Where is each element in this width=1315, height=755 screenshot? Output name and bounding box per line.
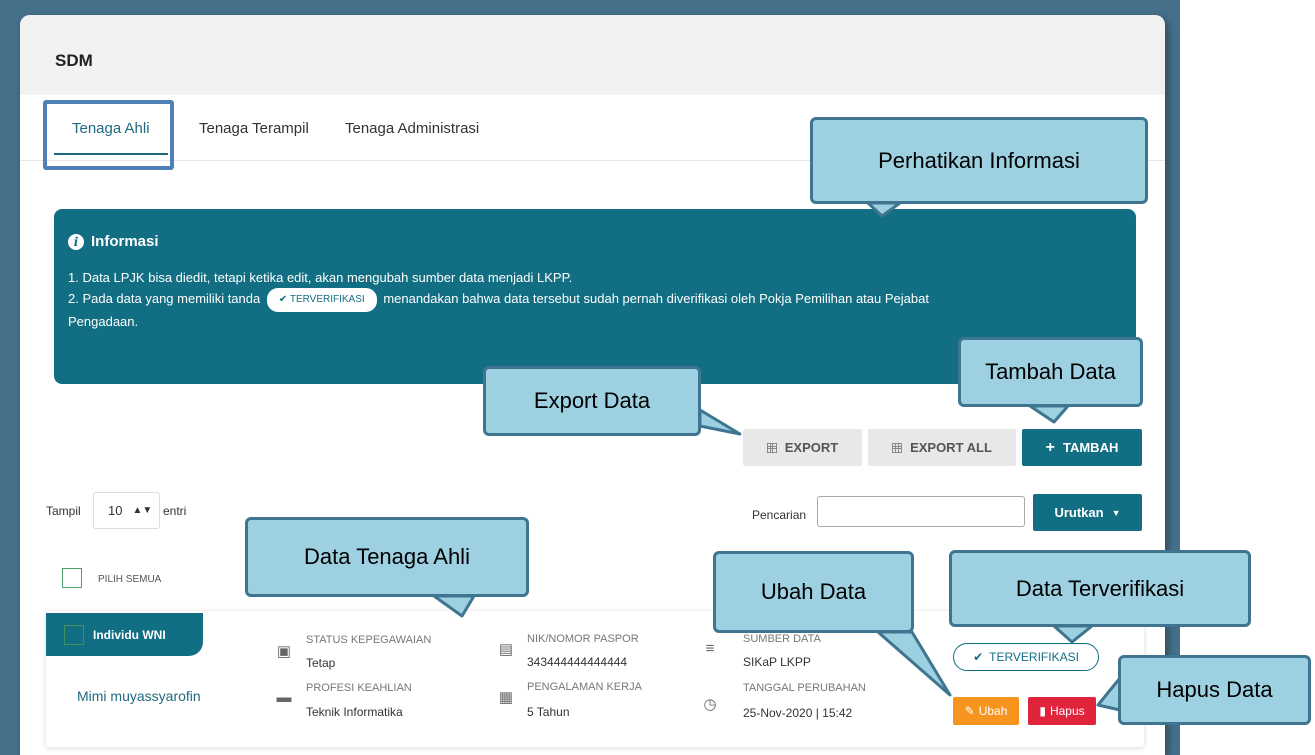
date-value: 25-Nov-2020 | 15:42: [743, 706, 853, 720]
tab-tenaga-terampil[interactable]: Tenaga Terampil: [199, 120, 309, 137]
info-line-2-prefix: 2. Pada data yang memiliki tanda: [68, 291, 261, 306]
plus-icon: +: [1045, 438, 1055, 456]
status-value: Tetap: [306, 656, 336, 670]
tab-highlight-box: [43, 100, 174, 170]
experience-value: 5 Tahun: [527, 705, 570, 719]
source-value: SIKaP LKPP: [743, 655, 811, 669]
profession-label: PROFESI KEAHLIAN: [306, 682, 412, 694]
info-line-1: 1. Data LPJK bisa diedit, tetapi ketika …: [68, 270, 573, 285]
panel-title: SDM: [20, 15, 1165, 95]
export-all-button[interactable]: EXPORT ALL: [868, 429, 1016, 466]
updown-icon: ▲▼: [132, 505, 153, 516]
info-text: 1. Data LPJK bisa diedit, tetapi ketika …: [68, 268, 1136, 332]
select-all-label: PILIH SEMUA: [98, 574, 162, 585]
verified-badge-sample: ✔ TERVERIFIKASI: [266, 288, 377, 312]
status-label: STATUS KEPEGAWAIAN: [306, 634, 432, 646]
show-label: Tampil: [46, 504, 81, 518]
callout-edit: Ubah Data: [713, 551, 914, 633]
id-card-icon: ▤: [498, 641, 514, 658]
delete-button[interactable]: ▮ Hapus: [1028, 697, 1096, 725]
edit-icon: ✎: [964, 704, 975, 718]
callout-info: Perhatikan Informasi: [810, 117, 1148, 204]
table-icon: [892, 442, 903, 453]
record-checkbox[interactable]: [64, 624, 84, 645]
date-label: TANGGAL PERUBAHAN: [743, 682, 866, 694]
callout-export: Export Data: [483, 366, 701, 436]
table-icon: [766, 442, 777, 453]
profession-value: Teknik Informatika: [306, 705, 403, 719]
select-all-checkbox[interactable]: [62, 568, 82, 588]
trash-icon: ▮: [1039, 704, 1046, 718]
id-badge-icon: ▣: [276, 643, 292, 660]
record-type-tag: Individu WNI: [46, 613, 203, 656]
nik-value: 343444444444444: [527, 655, 628, 669]
database-icon: ≡: [705, 640, 715, 657]
callout-add: Tambah Data: [958, 337, 1143, 407]
check-icon: ✔: [973, 650, 984, 664]
callout-delete: Hapus Data: [1118, 655, 1311, 725]
experience-label: PENGALAMAN KERJA: [527, 681, 642, 693]
add-button[interactable]: + TAMBAH: [1022, 429, 1142, 466]
source-label: SUMBER DATA: [743, 633, 821, 645]
building-icon: ▦: [498, 689, 514, 706]
info-line-2-suffix: menandakan bahwa data tersebut sudah per…: [383, 291, 929, 306]
info-title: Informasi: [91, 233, 159, 250]
briefcase-icon: ▬: [276, 689, 292, 706]
verified-badge: ✔ TERVERIFIKASI: [953, 643, 1099, 671]
info-line-3: Pengadaan.: [68, 314, 139, 329]
callout-list: Data Tenaga Ahli: [245, 517, 529, 597]
export-button[interactable]: EXPORT: [743, 429, 862, 466]
page-size-select[interactable]: 10 ▲▼: [93, 492, 160, 529]
clock-icon: ◷: [703, 696, 717, 713]
nik-label: NIK/NOMOR PASPOR: [527, 633, 639, 645]
callout-verified: Data Terverifikasi: [949, 550, 1251, 627]
record-name[interactable]: Mimi muyassyarofin: [77, 688, 201, 704]
info-icon: i: [68, 233, 84, 250]
search-label: Pencarian: [752, 508, 807, 522]
tab-tenaga-administrasi[interactable]: Tenaga Administrasi: [345, 120, 479, 137]
edit-button[interactable]: ✎ Ubah: [953, 697, 1019, 725]
sort-button[interactable]: Urutkan ▼: [1033, 494, 1142, 531]
record-card: [46, 611, 1144, 747]
search-input[interactable]: [817, 496, 1025, 527]
caret-down-icon: ▼: [1111, 507, 1121, 518]
entries-label: entri: [163, 504, 187, 518]
